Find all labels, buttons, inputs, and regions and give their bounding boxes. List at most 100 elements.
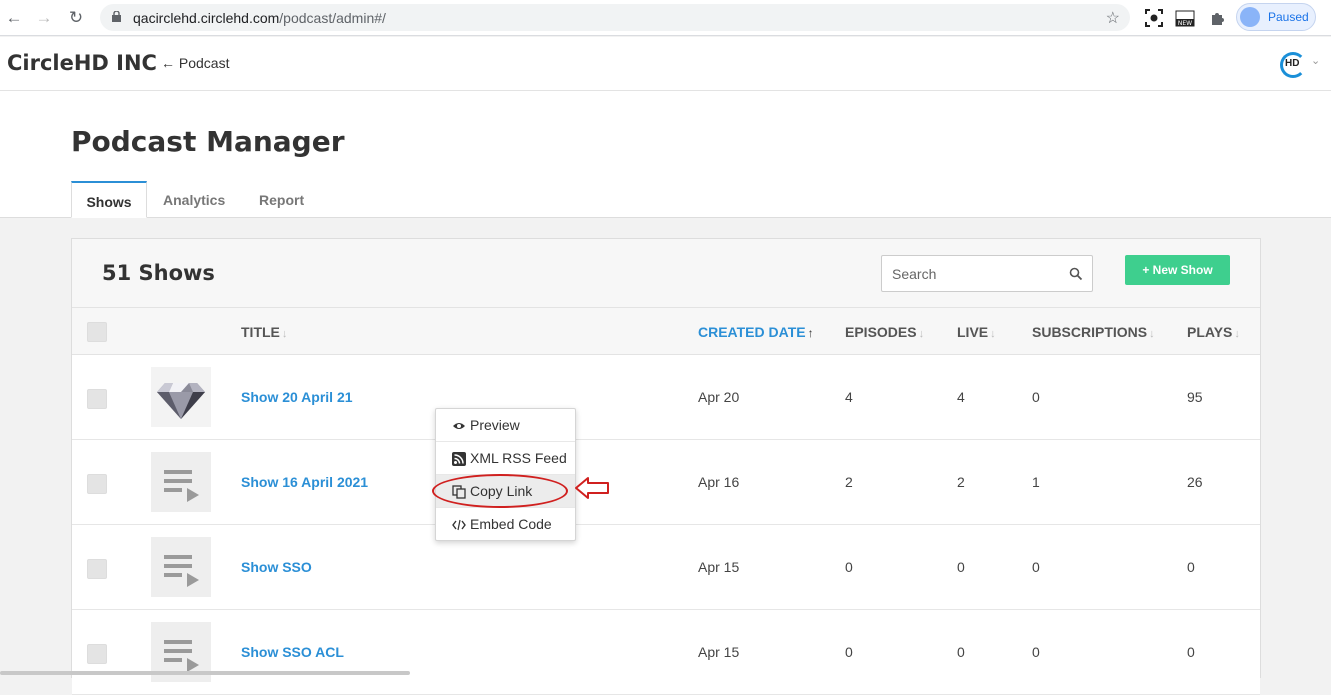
tab-report[interactable]: Report bbox=[259, 181, 304, 218]
column-title[interactable]: TITLE ↓ bbox=[241, 324, 287, 340]
left-arrow-icon: ← bbox=[161, 55, 175, 71]
row-checkbox[interactable] bbox=[87, 559, 107, 579]
show-thumbnail[interactable] bbox=[151, 367, 211, 427]
page-header: Podcast Manager Shows Analytics Report bbox=[0, 91, 1331, 218]
annotation-ellipse bbox=[432, 474, 568, 508]
menu-item-xml-rss-feed[interactable]: XML RSS Feed bbox=[436, 442, 575, 475]
back-arrow-icon[interactable]: ← bbox=[4, 8, 24, 28]
menu-item-label: Embed Code bbox=[470, 516, 552, 532]
show-thumbnail[interactable] bbox=[151, 537, 211, 597]
show-title[interactable]: Show 16 April 2021 bbox=[241, 474, 368, 490]
column-plays-label: PLAYS bbox=[1187, 324, 1233, 340]
column-plays[interactable]: PLAYS ↓ bbox=[1187, 324, 1240, 340]
profile-status: Paused bbox=[1268, 10, 1309, 24]
svg-text:NEW: NEW bbox=[1178, 20, 1192, 27]
app-header: CircleHD INC ← Podcast HD ⌄ bbox=[0, 37, 1331, 91]
episodes-count: 2 bbox=[845, 474, 853, 490]
code-icon bbox=[452, 519, 466, 531]
diamond-icon bbox=[157, 383, 205, 419]
column-episodes[interactable]: EPISODES ↓ bbox=[845, 324, 924, 340]
reload-icon[interactable]: ↻ bbox=[66, 8, 86, 28]
new-extension-icon[interactable]: NEW bbox=[1175, 8, 1195, 28]
episodes-count: 0 bbox=[845, 559, 853, 575]
plays-count: 95 bbox=[1187, 389, 1203, 405]
profile-chip[interactable]: Paused bbox=[1236, 3, 1316, 31]
menu-item-label: Preview bbox=[470, 417, 520, 433]
brand-name: CircleHD INC bbox=[7, 51, 157, 75]
live-count: 0 bbox=[957, 559, 965, 575]
column-subscriptions[interactable]: SUBSCRIPTIONS ↓ bbox=[1032, 324, 1155, 340]
show-title[interactable]: Show SSO bbox=[241, 559, 312, 575]
subscriptions-count: 1 bbox=[1032, 474, 1040, 490]
horizontal-scrollbar[interactable] bbox=[0, 671, 410, 675]
sort-arrow-icon: ↓ bbox=[990, 328, 996, 340]
chevron-down-icon[interactable]: ⌄ bbox=[1311, 54, 1320, 67]
menu-item-embed-code[interactable]: Embed Code bbox=[436, 508, 575, 541]
column-created-date[interactable]: CREATED DATE ↑ bbox=[698, 324, 814, 340]
show-title[interactable]: Show SSO ACL bbox=[241, 644, 344, 660]
table-row[interactable]: Show 16 April 2021 Apr 16 2 2 1 26 bbox=[72, 440, 1260, 525]
column-episodes-label: EPISODES bbox=[845, 324, 917, 340]
row-checkbox[interactable] bbox=[87, 389, 107, 409]
search-input[interactable] bbox=[881, 255, 1093, 292]
column-subscriptions-label: SUBSCRIPTIONS bbox=[1032, 324, 1148, 340]
eye-icon bbox=[453, 423, 465, 429]
address-url: qacirclehd.circlehd.com/podcast/admin#/ bbox=[133, 10, 386, 26]
address-bar[interactable]: qacirclehd.circlehd.com/podcast/admin#/ … bbox=[100, 4, 1130, 31]
annotation-arrow-icon bbox=[575, 477, 609, 499]
tab-shows[interactable]: Shows bbox=[71, 181, 147, 218]
row-checkbox[interactable] bbox=[87, 474, 107, 494]
column-live[interactable]: LIVE ↓ bbox=[957, 324, 996, 340]
subscriptions-count: 0 bbox=[1032, 644, 1040, 660]
sort-arrow-icon: ↓ bbox=[918, 328, 925, 340]
column-created-label: CREATED DATE bbox=[698, 324, 806, 340]
table-header: TITLE ↓ CREATED DATE ↑ EPISODES ↓ LIVE ↓ SUB… bbox=[72, 308, 1260, 355]
tab-analytics[interactable]: Analytics bbox=[163, 181, 225, 218]
logo-text: HD bbox=[1285, 58, 1300, 69]
column-live-label: LIVE bbox=[957, 324, 989, 340]
avatar-icon bbox=[1240, 7, 1260, 27]
episodes-count: 4 bbox=[845, 389, 853, 405]
plays-count: 0 bbox=[1187, 644, 1195, 660]
created-date: Apr 15 bbox=[698, 559, 740, 575]
forward-arrow-icon[interactable]: → bbox=[34, 8, 54, 28]
table-row[interactable]: Show SSO Apr 15 0 0 0 0 bbox=[72, 525, 1260, 610]
sort-arrow-icon: ↓ bbox=[281, 328, 288, 340]
live-count: 4 bbox=[957, 389, 965, 405]
table-row[interactable]: Show 20 April 21 Apr 20 4 4 0 95 bbox=[72, 355, 1260, 440]
url-host: qacirclehd.circlehd.com bbox=[133, 10, 280, 26]
bookmark-star-icon[interactable]: ☆ bbox=[1106, 8, 1120, 28]
sort-arrow-icon: ↓ bbox=[1234, 328, 1240, 340]
playlist-icon bbox=[164, 470, 199, 502]
created-date: Apr 20 bbox=[698, 389, 740, 405]
live-count: 2 bbox=[957, 474, 965, 490]
created-date: Apr 16 bbox=[698, 474, 740, 490]
plays-count: 26 bbox=[1187, 474, 1203, 490]
episodes-count: 0 bbox=[845, 644, 853, 660]
extensions-puzzle-icon[interactable] bbox=[1208, 8, 1228, 28]
show-title[interactable]: Show 20 April 21 bbox=[241, 389, 353, 405]
column-title-label: TITLE bbox=[241, 324, 280, 340]
sort-up-arrow-icon: ↑ bbox=[807, 326, 814, 340]
page-title: Podcast Manager bbox=[71, 125, 345, 158]
created-date: Apr 15 bbox=[698, 644, 740, 660]
back-link-label: Podcast bbox=[178, 55, 230, 71]
table-row[interactable]: Show SSO ACL Apr 15 0 0 0 0 bbox=[72, 610, 1260, 695]
screenshot-extension-icon[interactable] bbox=[1144, 8, 1164, 28]
live-count: 0 bbox=[957, 644, 965, 660]
menu-item-preview[interactable]: Preview bbox=[436, 409, 575, 442]
back-to-podcast-link[interactable]: ← Podcast bbox=[161, 55, 229, 71]
new-show-button[interactable]: + New Show bbox=[1125, 255, 1230, 285]
circlehd-logo-icon[interactable]: HD bbox=[1280, 52, 1306, 78]
url-path: /podcast/admin#/ bbox=[279, 10, 386, 26]
sort-arrow-icon: ↓ bbox=[1149, 328, 1155, 340]
search-icon[interactable] bbox=[1069, 267, 1083, 281]
show-thumbnail[interactable] bbox=[151, 452, 211, 512]
browser-toolbar: ← → ↻ qacirclehd.circlehd.com/podcast/ad… bbox=[0, 0, 1331, 36]
subscriptions-count: 0 bbox=[1032, 559, 1040, 575]
select-all-checkbox[interactable] bbox=[87, 322, 107, 342]
shows-panel-header: 51 Shows + New Show bbox=[72, 239, 1260, 308]
lock-icon bbox=[112, 11, 121, 22]
row-checkbox[interactable] bbox=[87, 644, 107, 664]
playlist-icon bbox=[164, 555, 199, 587]
